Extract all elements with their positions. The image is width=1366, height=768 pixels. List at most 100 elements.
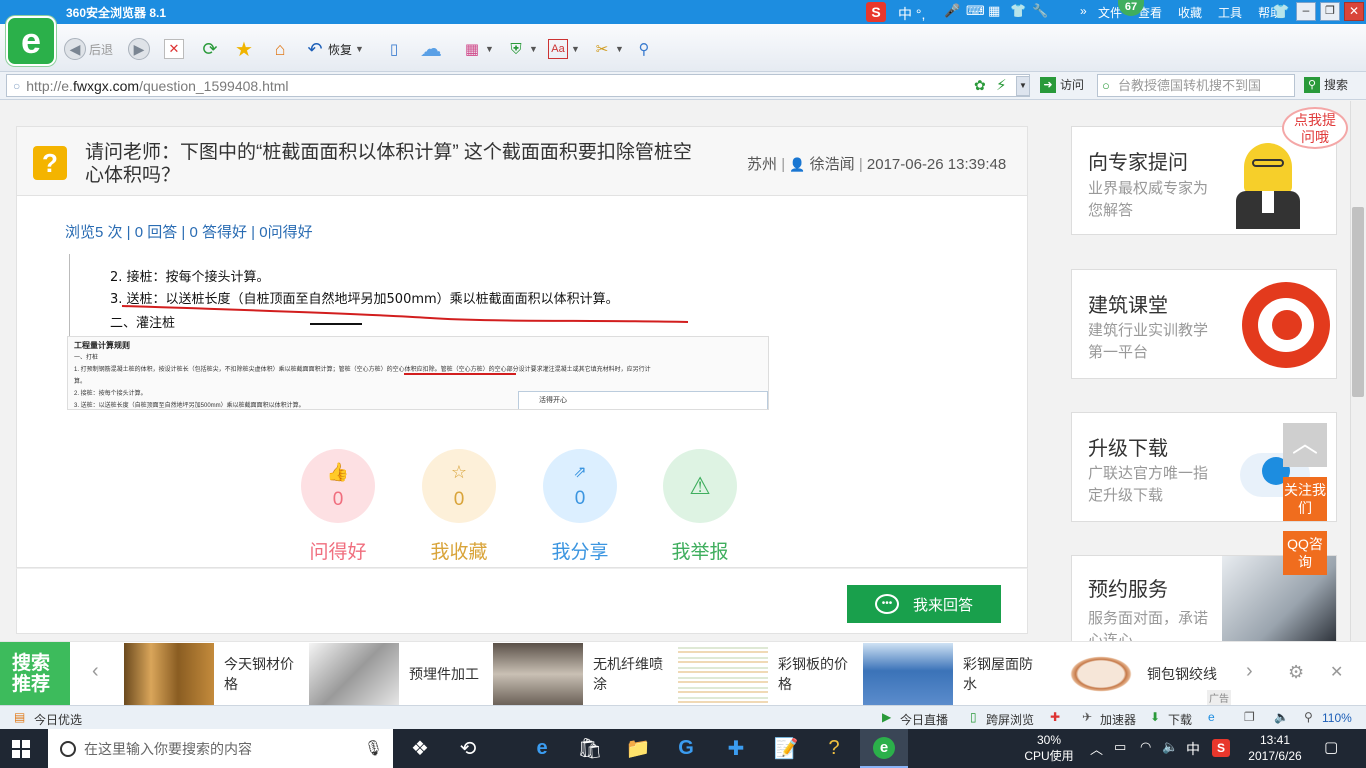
search-input[interactable]: ○ 台教授德国转机搜不到国 (1097, 74, 1295, 97)
window-icon[interactable]: ❐ (1244, 710, 1255, 724)
attachment-image-top[interactable]: 2. 接桩：按每个接头计算。 3. 送桩：以送桩长度（自桩顶面至自然地坪另加50… (69, 254, 715, 336)
zoom-button[interactable]: ⚲ (634, 36, 654, 62)
wifi-icon[interactable]: ◠ (1140, 739, 1151, 755)
close-button[interactable]: ✕ (1344, 2, 1364, 21)
address-input[interactable]: ○ http://e. fwxgx.com/question_1599408.ht… (6, 74, 1030, 97)
ie-icon[interactable]: e (1208, 710, 1215, 724)
status-accelerator[interactable]: 加速器 (1100, 711, 1136, 728)
screenshot-button[interactable]: ✂ ▼ (592, 36, 624, 62)
recommend-item[interactable]: 彩钢板的价格 (678, 642, 858, 706)
stop-button[interactable]: ✕ (164, 36, 184, 62)
back-to-top-button[interactable]: ︿ (1283, 423, 1327, 467)
app-plus-icon[interactable]: ✚ (712, 729, 760, 768)
restore-button[interactable]: ❐ (1320, 2, 1340, 21)
more-icon[interactable]: » (1080, 4, 1087, 18)
favorite-button[interactable]: ★ (234, 36, 254, 62)
refresh-button[interactable]: ⟳ (200, 36, 220, 62)
search-button[interactable]: ⚲ 搜索 (1304, 76, 1348, 93)
answer-button[interactable]: ••• 我来回答 (847, 585, 1001, 623)
security-button[interactable]: ⛨ ▼ (506, 36, 538, 62)
address-dropdown[interactable]: ▼ (1016, 76, 1030, 96)
recommend-item[interactable]: 预埋件加工 (309, 642, 489, 706)
mobile-button[interactable]: ▯ (384, 36, 404, 62)
chevron-down-icon: ▼ (529, 44, 538, 54)
app-swirl-icon[interactable]: ⟲ (444, 729, 492, 768)
clock[interactable]: 13:41 2017/6/26 (1240, 732, 1310, 764)
prev-arrow-icon[interactable]: ‹ (92, 660, 99, 683)
minimize-button[interactable]: – (1296, 2, 1316, 21)
mic-icon[interactable]: 🎤 (944, 3, 960, 19)
store-icon[interactable]: 🛍 (566, 729, 614, 768)
status-live[interactable]: 今日直播 (900, 711, 948, 728)
security-check-icon[interactable]: ✿ (974, 77, 986, 94)
status-cross-screen[interactable]: 跨屏浏览 (986, 711, 1034, 728)
visit-button[interactable]: ➜ 访问 (1040, 76, 1084, 93)
ask-sticker[interactable]: 点我提问哦 (1282, 107, 1348, 149)
settings-gear-icon[interactable]: ⚙ (1288, 662, 1304, 683)
recommend-item[interactable]: 彩钢屋面防水 (863, 642, 1043, 706)
close-recommend-icon[interactable]: ✕ (1330, 662, 1343, 682)
cpu-label: CPU使用 (1024, 749, 1074, 763)
sogou-ime-icon[interactable]: S (866, 2, 886, 22)
windows-start-icon[interactable] (12, 740, 30, 758)
lightning-icon[interactable]: ⚡ (996, 76, 1007, 94)
cpu-usage[interactable]: 30% CPU使用 (1024, 732, 1074, 764)
question-location[interactable]: 苏州 (747, 156, 777, 173)
browser-taskbar-icon[interactable]: e (860, 729, 908, 768)
recommend-item[interactable]: 铜包钢绞线 (1047, 642, 1227, 706)
notification-icon[interactable]: ▢ (1324, 738, 1338, 756)
zoom-level[interactable]: 110% (1322, 711, 1352, 725)
warning-icon: ⚠ (689, 472, 711, 500)
ime-indicator[interactable]: 中 (1186, 739, 1200, 759)
download-arrow-icon: ⬇ (1150, 710, 1161, 724)
app-question-icon[interactable]: ? (810, 729, 858, 768)
back-button[interactable]: ◀ 后退 (64, 36, 113, 62)
taskview-icon[interactable]: ❖ (396, 729, 444, 768)
menu-tools[interactable]: 工具 (1218, 4, 1242, 21)
mascot-illustration (1222, 137, 1328, 233)
next-arrow-icon[interactable]: › (1246, 660, 1253, 683)
app-g-icon[interactable]: G (662, 729, 710, 768)
action-good[interactable]: 👍 0 问得好 (298, 449, 378, 564)
action-share[interactable]: ⇗ 0 我分享 (540, 449, 620, 564)
grid-icon[interactable]: ▦ (988, 3, 1000, 19)
tray-chevron-up-icon[interactable]: ︿ (1090, 739, 1103, 758)
qq-consult-button[interactable]: QQ咨询 (1283, 531, 1327, 575)
folder-icon[interactable]: 📁 (614, 729, 662, 768)
browser-logo[interactable]: e (6, 16, 56, 66)
attachment-image-bottom[interactable]: 工程量计算规则 一、打桩 1. 打预制钢筋混凝土桩的体积，按设计桩长（包括桩尖，… (67, 336, 769, 410)
notes-icon[interactable]: 📝 (762, 729, 810, 768)
action-report[interactable]: ⚠ 我举报 (660, 449, 740, 564)
mic-icon[interactable]: 🎙 (364, 739, 383, 757)
volume-icon[interactable]: 🔈 (1162, 739, 1178, 755)
skin-icon[interactable]: 👕 (1010, 3, 1026, 19)
apps-button[interactable]: ▦ ▼ (462, 36, 494, 62)
speaker-icon[interactable]: 🔈 (1274, 710, 1289, 724)
taskbar-search-input[interactable]: 在这里输入你要搜索的内容 🎙 (48, 729, 393, 768)
recommend-item-label: 预埋件加工 (409, 666, 479, 682)
cloud-button[interactable]: ☁ (416, 36, 446, 62)
translate-button[interactable]: Aa ▼ (548, 36, 580, 62)
question-author[interactable]: 徐浩闻 (810, 156, 855, 173)
chevron-down-icon: ▼ (355, 44, 364, 54)
network-icon[interactable]: ▭ (1114, 739, 1126, 755)
status-download[interactable]: 下载 (1168, 711, 1192, 728)
ime-status[interactable]: 中 °, (898, 4, 925, 24)
menu-favorites[interactable]: 收藏 (1178, 4, 1202, 21)
zoom-icon[interactable]: ⚲ (1304, 710, 1313, 724)
scrollbar-thumb[interactable] (1352, 207, 1364, 397)
sidebar-card-classroom[interactable]: 建筑课堂 建筑行业实训教学第一平台 (1071, 269, 1337, 379)
edge-icon[interactable]: e (518, 729, 566, 768)
recommend-item[interactable]: 今天钢材价格 (124, 642, 304, 706)
keyboard-icon[interactable]: ⌨ (966, 3, 985, 19)
home-button[interactable]: ⌂ (270, 36, 290, 62)
wrench-icon[interactable]: 🔧 (1032, 3, 1048, 19)
restore-tab-button[interactable]: ↶ 恢复 ▼ (305, 36, 364, 62)
shirt-icon[interactable]: 👕 (1272, 3, 1289, 20)
status-today-preferred[interactable]: 今日优选 (34, 711, 82, 728)
recommend-item[interactable]: 无机纤维喷涂 (493, 642, 673, 706)
forward-button[interactable]: ▶ (128, 36, 150, 62)
follow-us-button[interactable]: 关注我们 (1283, 477, 1327, 521)
action-collect[interactable]: ☆ 0 我收藏 (419, 449, 499, 564)
sogou-tray-icon[interactable]: S (1212, 739, 1230, 757)
